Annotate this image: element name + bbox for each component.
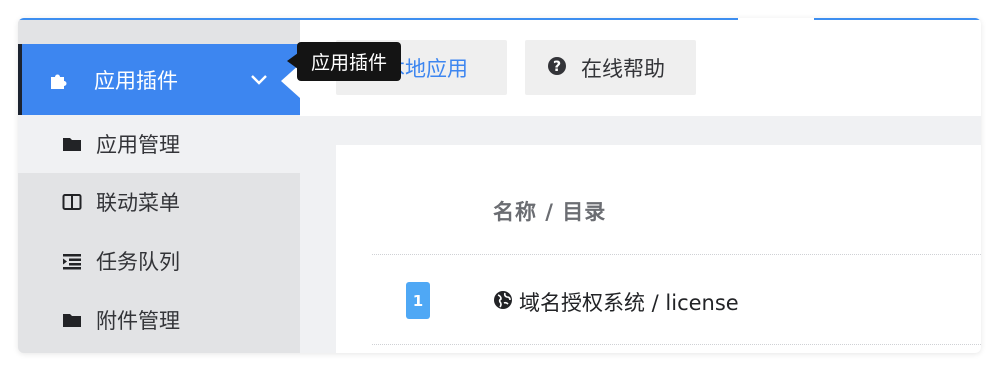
sidebar-item-linked-menu[interactable]: 联动菜单 xyxy=(18,173,300,231)
sidebar-item-label: 应用管理 xyxy=(96,133,180,157)
divider xyxy=(372,254,981,255)
sidebar-item-attachments[interactable]: 附件管理 xyxy=(18,291,300,349)
indent-list-icon xyxy=(62,251,82,271)
globe-icon xyxy=(493,290,513,310)
column-header-name: 名称 / 目录 xyxy=(493,200,607,224)
table-row[interactable]: 1 域名授权系统 / license xyxy=(372,257,981,343)
sidebar: 应用插件 应用管理 联动菜单 任务队列 附件管理 xyxy=(18,20,300,353)
sidebar-active-label: 应用插件 xyxy=(94,68,178,93)
puzzle-piece-icon xyxy=(48,69,70,91)
svg-text:?: ? xyxy=(553,59,561,75)
folder-icon xyxy=(62,310,82,330)
tooltip: 应用插件 xyxy=(297,42,402,81)
row-index-badge: 1 xyxy=(406,282,430,319)
sidebar-item-label: 附件管理 xyxy=(96,309,180,333)
main-content: 本地应用 ? 在线帮助 名称 / 目录 1 域名授权系统 / license xyxy=(300,20,981,353)
question-circle-icon: ? xyxy=(547,56,567,80)
divider xyxy=(372,344,981,345)
sidebar-item-app-management[interactable]: 应用管理 xyxy=(18,115,300,173)
toolbar: 本地应用 ? 在线帮助 xyxy=(300,20,981,116)
sidebar-item-label: 任务队列 xyxy=(96,250,180,274)
app-list-card: 名称 / 目录 1 域名授权系统 / license xyxy=(336,145,981,353)
online-help-button[interactable]: ? 在线帮助 xyxy=(525,40,696,95)
sidebar-item-app-plugins[interactable]: 应用插件 xyxy=(18,44,300,115)
sidebar-item-task-queue[interactable]: 任务队列 xyxy=(18,232,300,290)
folder-icon xyxy=(62,134,82,154)
app-window: 应用插件 应用管理 联动菜单 任务队列 附件管理 本地应用 ? 在线帮助 名称 … xyxy=(18,18,981,353)
chevron-down-icon[interactable] xyxy=(248,68,270,90)
columns-icon xyxy=(62,192,82,212)
sidebar-item-label: 联动菜单 xyxy=(96,191,180,215)
online-help-label: 在线帮助 xyxy=(581,56,665,81)
app-name[interactable]: 域名授权系统 / license xyxy=(519,287,739,317)
